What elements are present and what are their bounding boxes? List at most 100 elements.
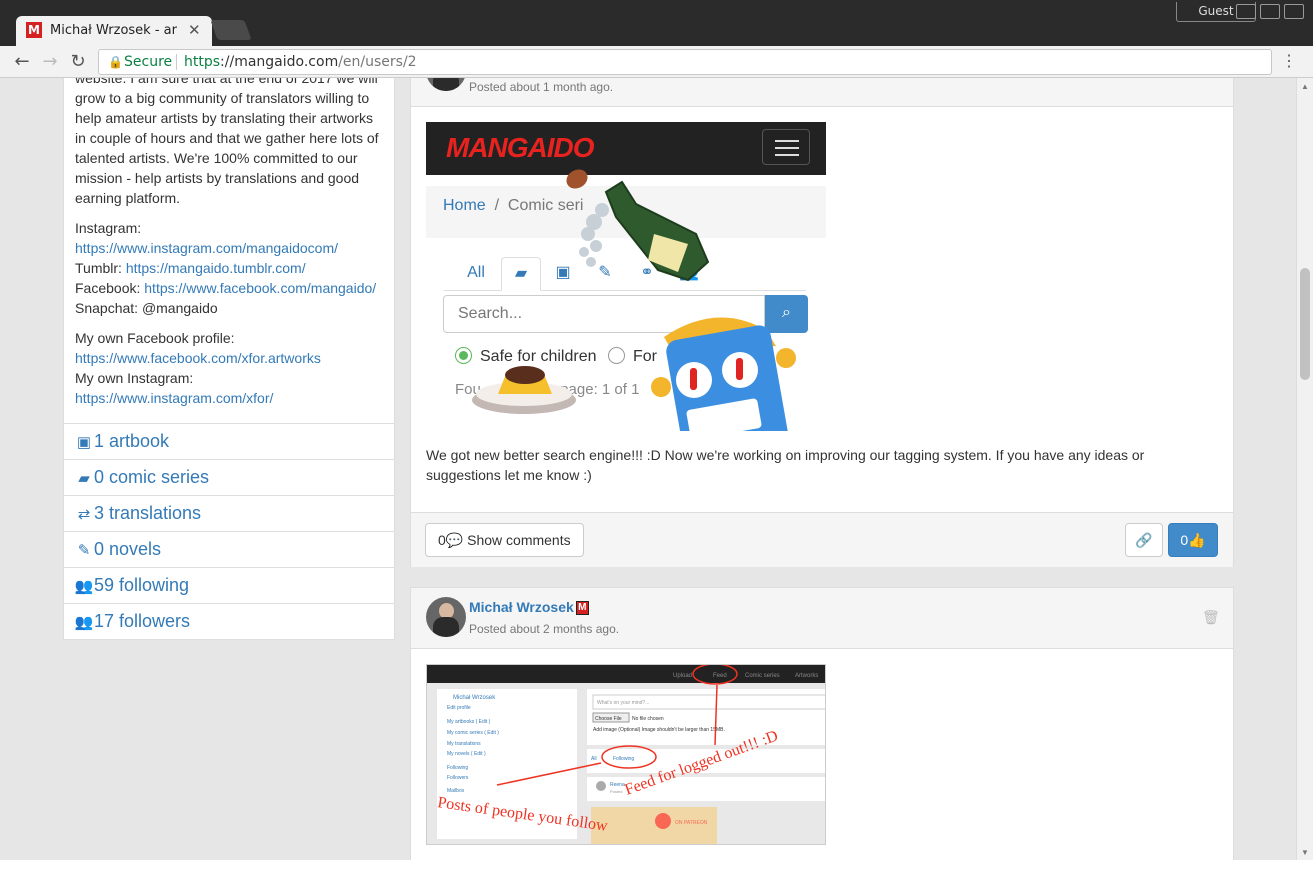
show-comments-button[interactable]: 0💬 Show comments [425, 523, 584, 557]
shot-nav-upload: Upload [673, 673, 692, 679]
stat-label: 0 comic series [94, 467, 210, 487]
book-icon: ▰ [78, 470, 90, 487]
reload-icon[interactable]: ↻ [67, 51, 89, 72]
maximize-icon[interactable] [1260, 4, 1280, 19]
bottom-strip [0, 860, 1313, 874]
own-facebook-label: My own Facebook profile: [75, 330, 235, 346]
shot-side-name: Michał Wrzosek [453, 695, 496, 701]
shot-feed-time: Posted [610, 789, 622, 794]
author-name: Michał Wrzosek [469, 599, 574, 615]
feed-post: Michał Wrzosek M Posted about 2 months ag… [410, 587, 1234, 860]
stat-artbook[interactable]: ▣ 1 artbook [64, 423, 394, 459]
browser-toolbar: ← → ↻ 🔒 Secure https://mangaido.com/en/u… [0, 46, 1313, 78]
facebook-link[interactable]: https://www.facebook.com/mangaido/ [144, 280, 376, 296]
translate-icon: ⇄ [77, 506, 91, 523]
image-icon: ▣ [76, 434, 92, 451]
stat-comic-series[interactable]: ▰ 0 comic series [64, 459, 394, 495]
post-image-search[interactable]: MANGAIDO Home / Comic seri All ▰ ▣ ✎ ⚭ 👥… [426, 122, 826, 431]
post-time: Posted about 2 months ago. [469, 622, 620, 636]
avatar[interactable] [426, 78, 466, 91]
bio-line: earning platform. [75, 190, 181, 206]
edit-icon: ✎ [77, 542, 91, 559]
thumbs-up-icon: 👍 [1188, 532, 1206, 548]
own-instagram-label: My own Instagram: [75, 370, 194, 386]
stat-label: 1 artbook [94, 431, 170, 451]
post-header: Michał Wrzosek M Posted about 2 months ag… [411, 588, 1233, 649]
bio-line: mission - help artists by translations a… [75, 170, 360, 186]
scroll-down-icon[interactable]: ▼ [1301, 848, 1309, 857]
shot-choose: Choose File [595, 716, 622, 722]
shot-side-comics: My comic series ( Edit ) [447, 730, 499, 736]
shot-addimage: Add image (Optional) Image shouldn't be … [593, 727, 725, 733]
shot-nav-comic: Comic series [745, 673, 780, 679]
mangaido-badge-icon: M [575, 601, 589, 616]
stat-following[interactable]: 👥59 following [64, 567, 394, 603]
stat-label: 0 novels [94, 539, 162, 559]
page-viewport: website. I am sure that at the end of 20… [0, 78, 1296, 860]
address-bar[interactable]: 🔒 Secure https://mangaido.com/en/users/2 [98, 49, 1272, 75]
trash-icon[interactable]: 🗑 [1202, 609, 1220, 626]
instagram-link[interactable]: https://www.instagram.com/mangaidocom/ [75, 240, 338, 256]
scroll-up-icon[interactable]: ▲ [1301, 82, 1309, 91]
shot-side-novels: My novels ( Edit ) [447, 751, 486, 757]
avatar[interactable] [426, 597, 466, 637]
back-icon[interactable]: ← [11, 51, 33, 72]
shot-mind: What's on your mind?... [597, 700, 649, 706]
own-links: My own Facebook profile: https://www.fac… [75, 328, 387, 408]
own-facebook-link[interactable]: https://www.facebook.com/xfor.artworks [75, 350, 321, 366]
menu-dots-icon[interactable]: ⋮ [1281, 51, 1297, 71]
users-icon: 👥 [74, 614, 94, 631]
minimize-icon[interactable] [1236, 4, 1256, 19]
stat-label: 3 translations [94, 503, 202, 523]
url-scheme: https [184, 54, 221, 70]
profile-card: website. I am sure that at the end of 20… [63, 78, 395, 640]
shot-nofile: No file chosen [632, 716, 664, 722]
facebook-label: Facebook: [75, 280, 141, 296]
url-separator: :// [220, 54, 235, 70]
snapchat-text: Snapchat: @mangaido [75, 300, 218, 316]
secure-label: Secure [124, 54, 173, 70]
bio-paragraph: website. I am sure that at the end of 20… [75, 78, 387, 208]
stat-followers[interactable]: 👥17 followers [64, 603, 394, 639]
new-tab-button[interactable] [210, 20, 252, 40]
post-header: Posted about 1 month ago. [411, 78, 1233, 107]
stat-translations[interactable]: ⇄ 3 translations [64, 495, 394, 531]
forward-icon[interactable]: → [39, 51, 61, 72]
shot-side-trans: My translations [447, 741, 481, 747]
url-text: https://mangaido.com/en/users/2 [184, 50, 417, 74]
close-window-icon[interactable] [1284, 4, 1304, 19]
post-image-feed[interactable]: Upload Feed Comic series Artworks Michał… [426, 664, 826, 845]
shot-side-following: Following [447, 765, 468, 771]
champagne-sticker [566, 169, 710, 282]
url-host: mangaido.com [234, 54, 339, 70]
shot-tab-all: All [591, 756, 597, 762]
like-button[interactable]: 0👍 [1168, 523, 1218, 557]
url-path: /en/users/2 [338, 54, 417, 70]
stat-novels[interactable]: ✎ 0 novels [64, 531, 394, 567]
tab-close-icon[interactable]: ✕ [188, 21, 201, 39]
scrollbar-thumb[interactable] [1300, 268, 1310, 380]
stat-label: 59 following [94, 575, 190, 595]
omnibox-divider [176, 54, 177, 70]
comment-icon: 💬 [445, 532, 464, 548]
link-button[interactable]: 🔗 [1125, 523, 1163, 557]
sticker-overlay [472, 169, 796, 431]
stat-label: 17 followers [94, 611, 191, 631]
shot-side-edit: Edit profile [447, 705, 471, 711]
page-scrollbar[interactable]: ▲ ▼ [1296, 78, 1313, 860]
comments-count: 0 [438, 532, 446, 548]
shot-patreon: ON PATREON [675, 820, 708, 826]
social-links: Instagram: https://www.instagram.com/man… [75, 218, 387, 318]
bio-line: website. I am sure that at the end of 20… [75, 78, 378, 86]
shot-side-mailbox: Mailbox [447, 788, 465, 794]
shot-tab-following: Following [613, 756, 634, 762]
lock-icon: 🔒 [108, 55, 123, 69]
instagram-label: Instagram: [75, 220, 142, 236]
tumblr-link[interactable]: https://mangaido.tumblr.com/ [126, 260, 306, 276]
shot-side-artbooks: My artbooks ( Edit ) [447, 719, 491, 725]
post-footer: 0💬 Show comments 🔗 0👍 [411, 512, 1233, 567]
post-author[interactable]: Michał Wrzosek M [469, 599, 589, 616]
own-instagram-link[interactable]: https://www.instagram.com/xfor/ [75, 390, 273, 406]
browser-tab[interactable]: M Michał Wrzosek - ar ✕ [16, 16, 212, 46]
bio-line: talented artists. We're 100% committed t… [75, 150, 358, 166]
